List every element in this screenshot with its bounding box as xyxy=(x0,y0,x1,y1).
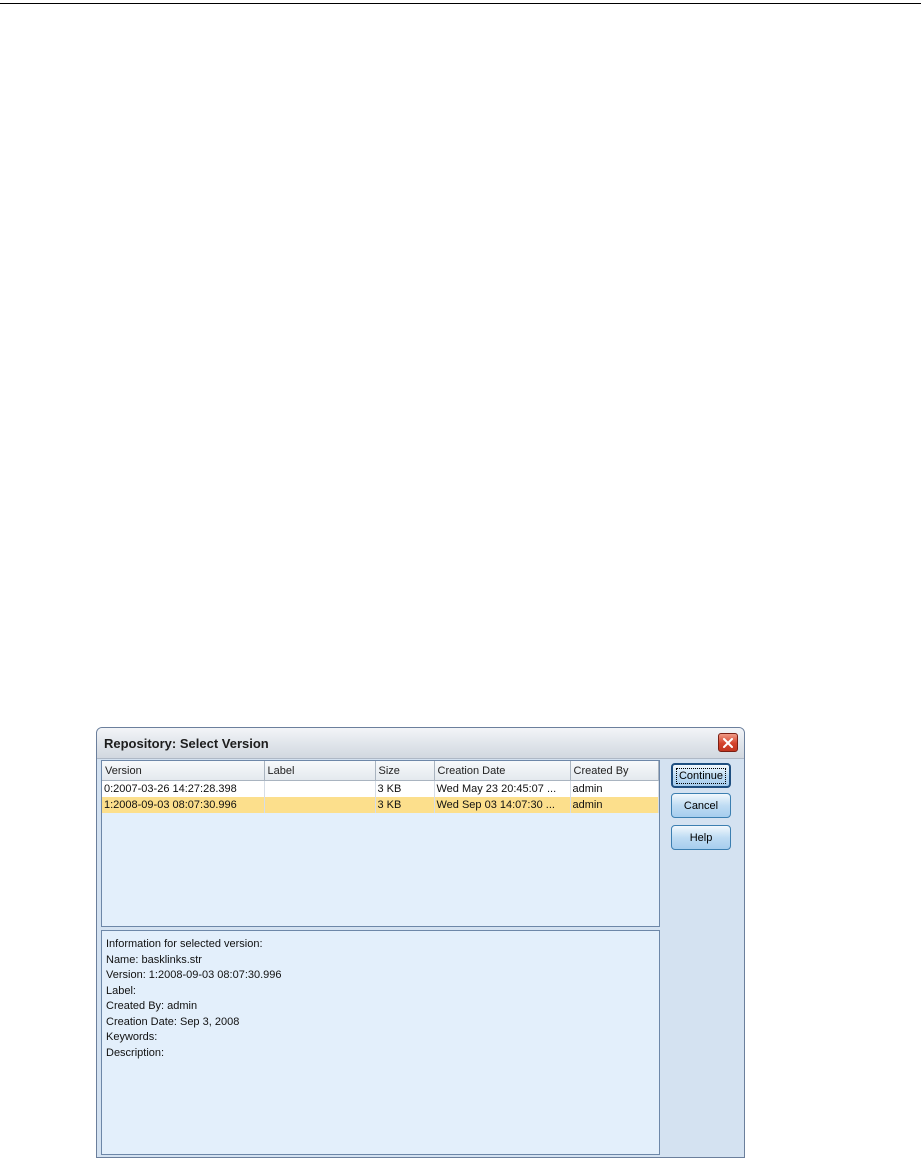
info-created-by: Created By: admin xyxy=(106,1000,198,1012)
cell-creation-date: Wed May 23 20:45:07 ... xyxy=(434,780,571,797)
cell-size: 3 KB xyxy=(375,780,435,797)
column-header-created-by[interactable]: Created By xyxy=(570,761,659,781)
version-table-panel: Version Label Size Creation Date Created… xyxy=(101,760,660,927)
cell-label xyxy=(264,780,376,797)
continue-button[interactable]: Continue xyxy=(671,763,731,788)
dialog-title: Repository: Select Version xyxy=(104,736,269,751)
info-version: Version: 1:2008-09-03 08:07:30.996 xyxy=(106,969,282,981)
info-description: Description: xyxy=(106,1046,165,1059)
help-button[interactable]: Help xyxy=(671,825,731,850)
cell-version: 0:2007-03-26 14:27:28.398 xyxy=(102,780,265,797)
column-header-creation-date[interactable]: Creation Date xyxy=(434,761,571,781)
info-creation-date: Creation Date: Sep 3, 2008 xyxy=(106,1015,240,1028)
cell-creation-date: Wed Sep 03 14:07:30 ... xyxy=(434,797,571,813)
cancel-button[interactable]: Cancel xyxy=(671,793,731,818)
version-info-panel: Information for selected version: Name: … xyxy=(101,930,660,1155)
cell-size: 3 KB xyxy=(375,797,435,813)
info-heading: Information for selected version: xyxy=(106,938,263,950)
table-header-row: Version Label Size Creation Date Created… xyxy=(102,761,659,781)
info-keywords: Keywords: xyxy=(106,1031,158,1043)
column-header-size[interactable]: Size xyxy=(375,761,435,781)
table-row[interactable]: 0:2007-03-26 14:27:28.398 3 KB Wed May 2… xyxy=(102,780,659,797)
close-icon xyxy=(723,737,733,748)
info-name: Name: basklinks.str xyxy=(106,953,202,966)
cell-version: 1:2008-09-03 08:07:30.996 xyxy=(102,797,265,813)
close-button[interactable] xyxy=(718,733,738,752)
continue-button-label: Continue xyxy=(675,767,727,784)
page-top-rule xyxy=(0,3,921,4)
select-version-dialog: Repository: Select Version Version Label… xyxy=(96,727,745,1158)
version-table: Version Label Size Creation Date Created… xyxy=(102,761,659,813)
info-label: Label: xyxy=(106,984,136,997)
table-row-selected[interactable]: 1:2008-09-03 08:07:30.996 3 KB Wed Sep 0… xyxy=(102,797,659,813)
column-header-version[interactable]: Version xyxy=(102,761,265,781)
cell-label xyxy=(264,797,376,813)
cell-created-by: admin xyxy=(570,797,659,813)
cell-created-by: admin xyxy=(570,780,659,797)
dialog-titlebar[interactable]: Repository: Select Version xyxy=(97,728,744,759)
column-header-label[interactable]: Label xyxy=(264,761,376,781)
